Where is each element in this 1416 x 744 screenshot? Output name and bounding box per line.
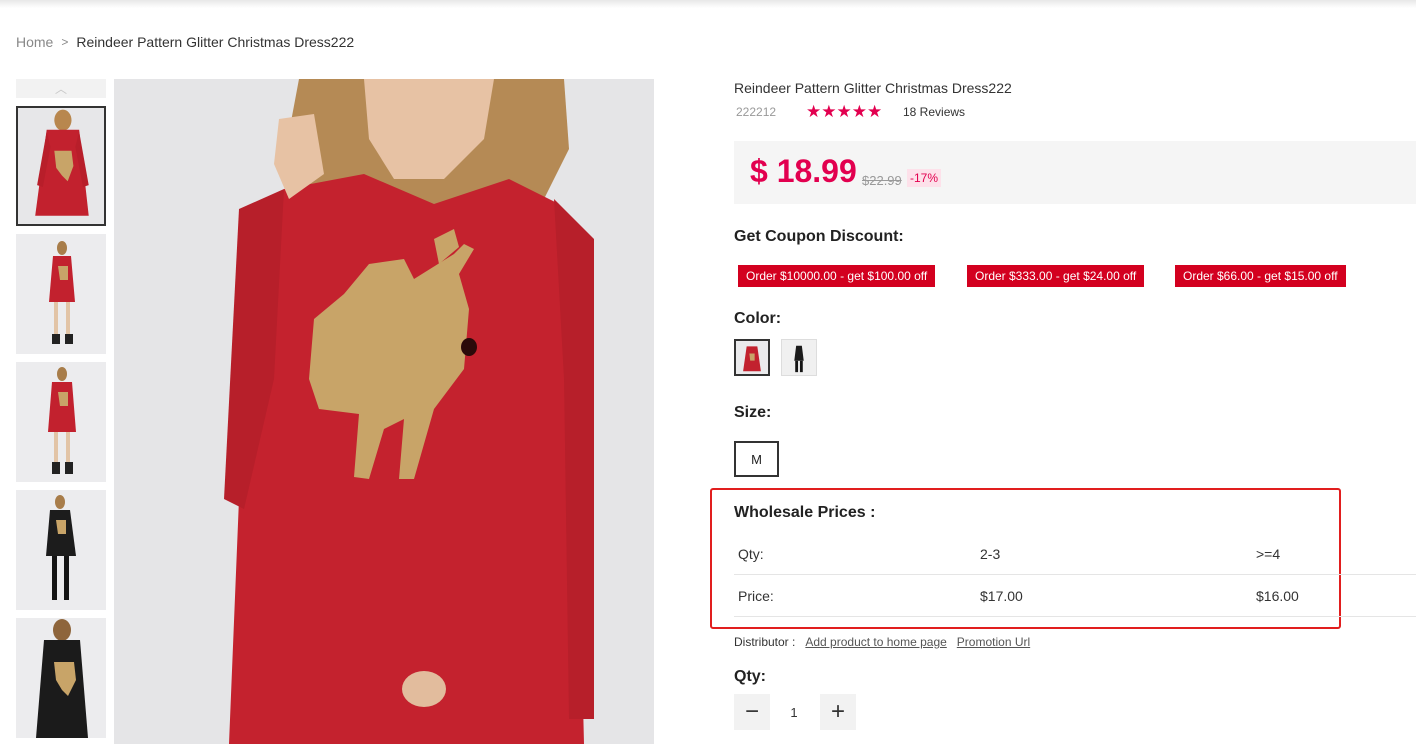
main-product-image[interactable] [114, 79, 654, 744]
reviews-link[interactable]: 18 Reviews [903, 105, 965, 119]
wholesale-price-tier-1: $17.00 [980, 588, 1023, 604]
thumbnail-1[interactable] [16, 106, 106, 226]
coupon-button-2[interactable]: Order $333.00 - get $24.00 off [967, 265, 1145, 287]
wholesale-qty-tier-1: 2-3 [980, 546, 1001, 562]
thumbnail-scroll-up-button[interactable]: ︿ [16, 79, 106, 98]
wholesale-price-label: Price: [738, 588, 774, 604]
quantity-label: Qty: [734, 668, 766, 685]
price-box: $ 18.99 $22.99 -17% [734, 141, 1416, 204]
distributor-label: Distributor : [734, 635, 796, 649]
wholesale-qty-tier-2: >=4 [1256, 546, 1281, 562]
quantity-decrease-button[interactable]: − [734, 694, 770, 730]
promotion-url-link[interactable]: Promotion Url [957, 635, 1030, 649]
thumbnail-image [16, 234, 106, 354]
wholesale-price-tier-2: $16.00 [1256, 588, 1299, 604]
quantity-input[interactable]: 1 [772, 694, 816, 730]
chevron-up-icon: ︿ [54, 82, 67, 96]
swatch-image [736, 341, 768, 374]
thumbnail-image [18, 108, 104, 224]
wholesale-price-row: Price: $17.00 $16.00 [734, 575, 1416, 617]
plus-icon: + [830, 698, 845, 725]
product-title: Reindeer Pattern Glitter Christmas Dress… [734, 80, 1012, 96]
thumbnail-4[interactable] [16, 490, 106, 610]
size-option-m[interactable]: M [734, 441, 779, 477]
original-price: $22.99 [862, 173, 902, 188]
minus-icon: − [744, 698, 759, 725]
thumbnail-image [16, 362, 106, 482]
size-label: Size: [734, 404, 772, 421]
distributor-row: Distributor : Add product to home page P… [734, 635, 1030, 649]
current-price: $ 18.99 [750, 153, 857, 189]
swatch-image [782, 340, 816, 375]
breadcrumb: Home > Reindeer Pattern Glitter Christma… [16, 34, 354, 50]
product-sku: 222212 [736, 105, 777, 119]
color-label: Color: [734, 310, 782, 327]
color-swatch-red[interactable] [734, 339, 770, 376]
quantity-increase-button[interactable]: + [820, 694, 856, 730]
rating-stars: ★★★★★ [806, 102, 883, 121]
dress-photo [114, 79, 654, 744]
thumbnail-image [16, 618, 106, 738]
discount-badge: -17% [907, 169, 942, 187]
thumbnail-image [16, 490, 106, 610]
thumbnail-3[interactable] [16, 362, 106, 482]
wholesale-qty-row: Qty: 2-3 >=4 [734, 533, 1416, 575]
add-to-home-page-link[interactable]: Add product to home page [805, 635, 946, 649]
header-shadow [0, 0, 1416, 8]
breadcrumb-separator: > [61, 35, 69, 49]
thumbnail-2[interactable] [16, 234, 106, 354]
color-swatch-black[interactable] [781, 339, 817, 376]
wholesale-title: Wholesale Prices : [734, 504, 876, 521]
wholesale-qty-label: Qty: [738, 546, 764, 562]
coupon-heading: Get Coupon Discount: [734, 228, 904, 245]
coupon-button-3[interactable]: Order $66.00 - get $15.00 off [1175, 265, 1346, 287]
coupon-button-1[interactable]: Order $10000.00 - get $100.00 off [738, 265, 936, 287]
breadcrumb-home-link[interactable]: Home [16, 34, 53, 50]
breadcrumb-current: Reindeer Pattern Glitter Christmas Dress… [76, 34, 355, 50]
thumbnail-5[interactable] [16, 618, 106, 738]
